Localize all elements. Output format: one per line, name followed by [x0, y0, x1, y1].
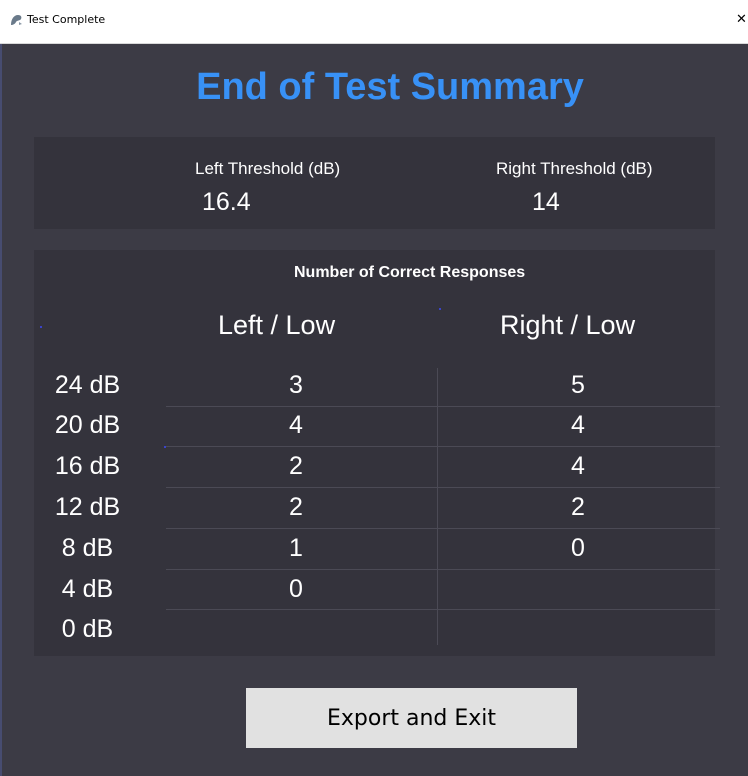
marker-dot: [40, 326, 42, 328]
left-low-count: 0: [289, 575, 303, 603]
row-divider: [166, 528, 720, 529]
right-low-count: 5: [571, 371, 585, 399]
left-low-count: 3: [289, 371, 303, 399]
column-header-left-low: Left / Low: [218, 310, 336, 340]
db-level-label: 12 dB: [54, 493, 121, 521]
db-level-label: 20 dB: [54, 411, 121, 439]
right-low-count: 0: [571, 534, 585, 562]
left-low-count: 2: [289, 493, 303, 521]
title-bar: Test Complete ✕: [0, 0, 748, 44]
right-low-count: 4: [571, 452, 585, 480]
row-divider: [166, 406, 720, 407]
db-level-label: 4 dB: [61, 575, 114, 603]
right-low-count: 2: [571, 493, 585, 521]
column-header-right-low: Right / Low: [500, 310, 636, 340]
left-threshold-value: 16.4: [202, 188, 251, 216]
row-divider: [166, 609, 720, 610]
app-logo-icon: [11, 15, 22, 25]
right-low-count: 4: [571, 411, 585, 439]
left-low-count: 2: [289, 452, 303, 480]
window-border: [0, 44, 2, 776]
right-threshold-value: 14: [532, 188, 560, 216]
row-divider: [166, 487, 720, 488]
export-and-exit-button[interactable]: Export and Exit: [246, 688, 577, 748]
responses-panel: Number of Correct Responses Left / Low R…: [34, 250, 720, 656]
db-level-label: 8 dB: [61, 534, 114, 562]
row-divider: [166, 446, 720, 447]
db-level-label: 16 dB: [54, 452, 121, 480]
db-level-label: 24 dB: [54, 371, 121, 399]
left-low-count: 1: [289, 534, 303, 562]
responses-title: Number of Correct Responses: [294, 264, 526, 281]
close-icon[interactable]: ✕: [736, 8, 748, 32]
right-threshold-label: Right Threshold (dB): [496, 159, 653, 178]
row-divider: [166, 569, 720, 570]
left-threshold-label: Left Threshold (dB): [195, 159, 341, 178]
column-divider: [437, 368, 438, 645]
window-title: Test Complete: [27, 13, 106, 26]
marker-dot: [439, 308, 441, 310]
threshold-panel: Left Threshold (dB) 16.4 Right Threshold…: [34, 137, 715, 229]
left-low-count: 4: [289, 411, 303, 439]
page-title: End of Test Summary: [196, 66, 584, 108]
db-level-label: 0 dB: [61, 615, 114, 643]
